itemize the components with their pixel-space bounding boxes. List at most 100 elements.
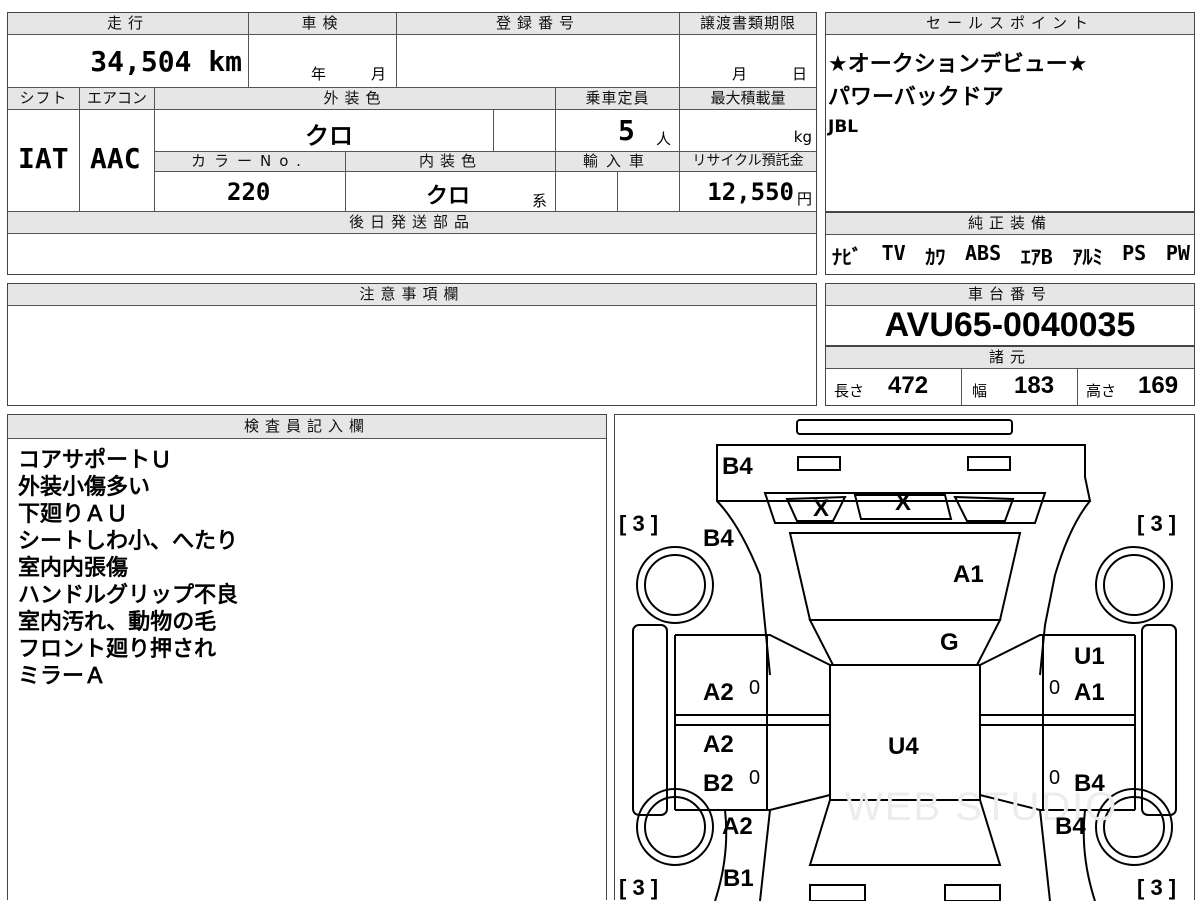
equipment-item: ｱﾙﾐ <box>1072 245 1103 269</box>
capacity-header: 乗車定員 <box>556 88 680 110</box>
capacity-cell: 5 人 <box>556 110 680 152</box>
genuine-equipment-header: 純正装備 <box>826 213 1194 235</box>
width-label: 幅 <box>972 382 988 400</box>
length-value: 472 <box>888 372 929 399</box>
aircon-cell: AAC <box>80 110 155 212</box>
mark-door-right-front: A1 <box>1074 679 1105 706</box>
registration-cell <box>397 35 680 88</box>
transfer-deadline-cell: 月 日 <box>680 35 816 88</box>
recycle-header: リサイクル預託金 <box>680 152 816 172</box>
specs-header: 諸元 <box>826 347 1194 369</box>
exterior-color-cell: クロ <box>155 110 494 152</box>
sales-points-panel: セールスポイント ★オークションデビュー★ パワーバックドア JBL <box>825 12 1195 212</box>
equipment-item: PS <box>1122 241 1147 265</box>
equipment-item: TV <box>881 241 906 265</box>
tire-tread-front-right: [ 3 ] <box>1137 511 1177 536</box>
exterior-color-header: 外装色 <box>155 88 556 110</box>
color-no-cell: 220 <box>155 172 346 212</box>
interior-color-header: 内装色 <box>346 152 556 172</box>
equipment-item: ABS <box>965 241 1002 265</box>
vehicle-info-table: 走行 車検 登録番号 譲渡書類期限 34,504 km 年 月 月 日 シフト … <box>7 12 817 275</box>
height-label: 高さ <box>1086 382 1117 400</box>
sales-point-item: ★オークションデビュー★ <box>828 52 1088 77</box>
chassis-header: 車台番号 <box>826 284 1194 306</box>
length-label: 長さ <box>834 382 865 400</box>
mark-door-right-front-top: U1 <box>1074 643 1105 670</box>
mark-grille-right: X <box>895 489 912 516</box>
zero-right-rear: 0 <box>1049 767 1061 789</box>
equipment-list: ﾅﾋﾞ TV ｶﾜ ABS ｴｱB ｱﾙﾐ PS PW <box>832 241 1190 270</box>
tire-tread-front-left: [ 3 ] <box>619 511 659 536</box>
zero-left-front: 0 <box>749 677 761 699</box>
width-cell: 幅 183 <box>962 369 1078 405</box>
aircon-value: AAC <box>90 142 141 175</box>
mileage-cell: 34,504 km <box>8 35 249 88</box>
mark-door-left-front: A2 <box>703 679 734 706</box>
equipment-item: ﾅﾋﾞ <box>832 245 862 269</box>
shipping-parts-header: 後日発送部品 <box>8 212 816 234</box>
mark-quarter-right: B4 <box>1055 813 1086 840</box>
interior-color-suffix: 系 <box>532 192 548 210</box>
import-header: 輸入車 <box>556 152 680 172</box>
height-value: 169 <box>1138 372 1179 399</box>
transfer-month-unit: 月 <box>732 65 748 83</box>
mark-front-bumper: B4 <box>722 453 753 480</box>
sales-point-item: JBL <box>828 117 859 137</box>
exterior-color-value: クロ <box>305 122 353 150</box>
shift-value: IAT <box>18 142 69 175</box>
notes-header: 注意事項欄 <box>8 284 816 306</box>
mark-windshield: G <box>940 629 959 656</box>
recycle-value: 12,550 <box>707 178 794 206</box>
capacity-unit: 人 <box>656 130 672 148</box>
recycle-cell: 12,550 円 <box>680 172 816 212</box>
color-no-value: 220 <box>227 178 271 206</box>
mark-hood: A1 <box>953 561 984 588</box>
max-load-header: 最大積載量 <box>680 88 816 110</box>
mark-roof: U4 <box>888 733 919 760</box>
inspection-month-unit: 月 <box>371 65 387 83</box>
damage-diagram-panel: WEB STUDIO [ 3 ] [ 3 ] [ 3 ] [ 3 ] B4 X … <box>614 414 1195 901</box>
length-cell: 長さ 472 <box>826 369 962 405</box>
transfer-deadline-header: 譲渡書類期限 <box>680 13 816 35</box>
mark-fender-front-left: B4 <box>703 525 734 552</box>
zero-left-rear: 0 <box>749 767 761 789</box>
height-cell: 高さ 169 <box>1078 369 1194 405</box>
mark-quarter-left: A2 <box>722 813 753 840</box>
shift-cell: IAT <box>8 110 80 212</box>
equipment-item: ｶﾜ <box>925 245 946 269</box>
shipping-parts-cell <box>8 234 816 273</box>
color-no-header: カラーNo. <box>155 152 346 172</box>
chassis-panel: 車台番号 AVU65-0040035 <box>825 283 1195 346</box>
shift-header: シフト <box>8 88 80 110</box>
mark-door-left-rear: B2 <box>703 770 734 797</box>
mark-grille-left: X <box>813 495 830 522</box>
inspector-note: ミラーＡ <box>18 664 107 689</box>
equipment-item: PW <box>1165 241 1190 265</box>
inspector-header: 検査員記入欄 <box>8 415 606 439</box>
max-load-unit: kg <box>793 128 812 146</box>
equipment-item: ｴｱB <box>1020 245 1053 269</box>
inspection-header: 車検 <box>249 13 397 35</box>
import-cell-b <box>618 172 680 212</box>
interior-color-value: クロ <box>426 184 471 209</box>
tire-tread-rear-left: [ 3 ] <box>619 875 659 900</box>
max-load-cell: kg <box>680 110 816 152</box>
zero-right-front: 0 <box>1049 677 1061 699</box>
interior-color-cell: クロ 系 <box>346 172 556 212</box>
inspection-year-unit: 年 <box>311 65 327 83</box>
sales-point-item: パワーバックドア <box>828 85 1004 110</box>
mark-rear-bumper: B1 <box>723 865 754 892</box>
aircon-header: エアコン <box>80 88 155 110</box>
chassis-number: AVU65-0040035 <box>884 306 1136 344</box>
tire-tread-rear-right: [ 3 ] <box>1137 875 1177 900</box>
capacity-value: 5 <box>618 114 635 147</box>
registration-header: 登録番号 <box>397 13 680 35</box>
width-value: 183 <box>1014 372 1055 399</box>
specs-panel: 諸元 長さ 472 幅 183 高さ 169 <box>825 346 1195 406</box>
inspection-cell: 年 月 <box>249 35 397 88</box>
recycle-unit: 円 <box>796 190 812 208</box>
notes-panel: 注意事項欄 <box>7 283 817 406</box>
transfer-day-unit: 日 <box>792 65 808 83</box>
mileage-value: 34,504 km <box>90 45 242 78</box>
exterior-color-extra-cell <box>494 110 556 152</box>
